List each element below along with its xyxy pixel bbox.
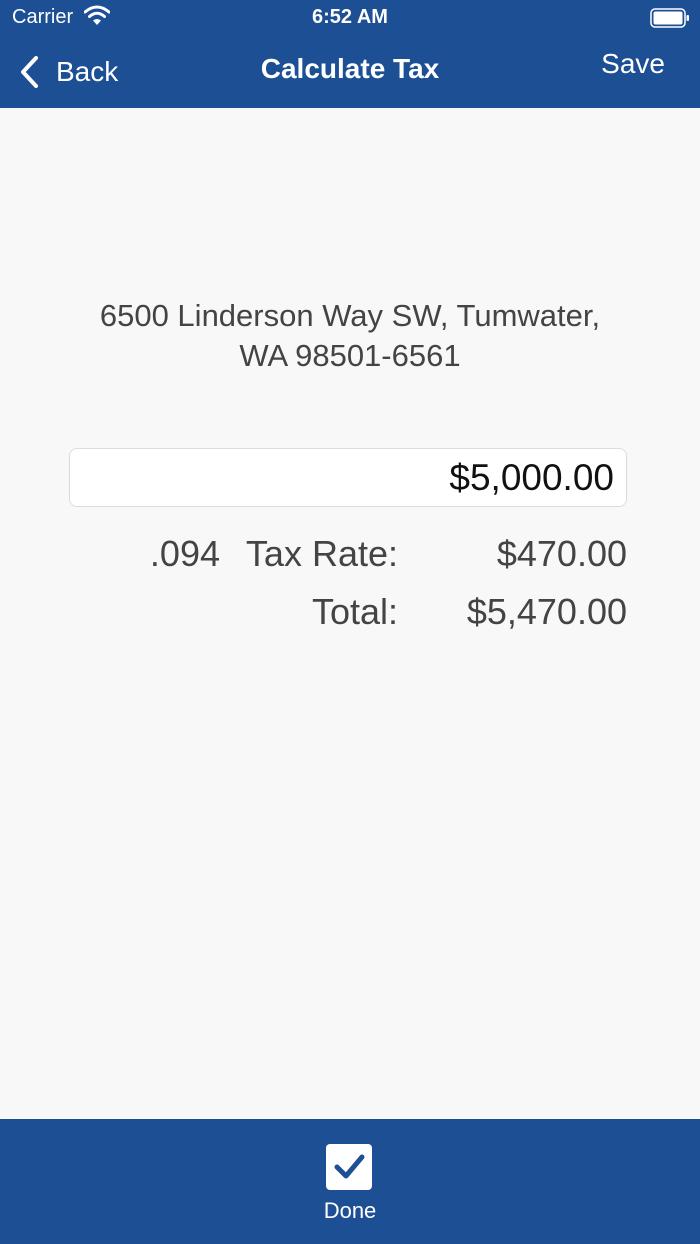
battery-icon [650,8,689,28]
page-title: Calculate Tax [260,53,440,84]
total-amount: $5,470.00 [466,591,627,632]
amount-input[interactable] [69,448,627,507]
address-line-2: WA 98501-6561 [239,338,461,373]
address-line-1: 6500 Linderson Way SW, Tumwater, [99,298,601,333]
tax-amount: $470.00 [496,533,627,574]
address-text: 6500 Linderson Way SW, Tumwater, WA 9850… [50,296,650,376]
status-bar: Carrier 6:52 AM [0,0,700,36]
done-button[interactable]: Done [300,1141,400,1223]
status-time: 6:52 AM [312,6,388,28]
checkbox-checked-icon [326,1144,372,1190]
bottom-toolbar: Done [0,1119,700,1244]
tax-rate-label: Tax Rate: [245,533,398,574]
navigation-header: Carrier 6:52 AM Back Calculate Tax Save [0,0,700,108]
done-label: Done [323,1198,377,1223]
total-label: Total: [311,591,398,632]
save-button[interactable]: Save [601,48,665,80]
